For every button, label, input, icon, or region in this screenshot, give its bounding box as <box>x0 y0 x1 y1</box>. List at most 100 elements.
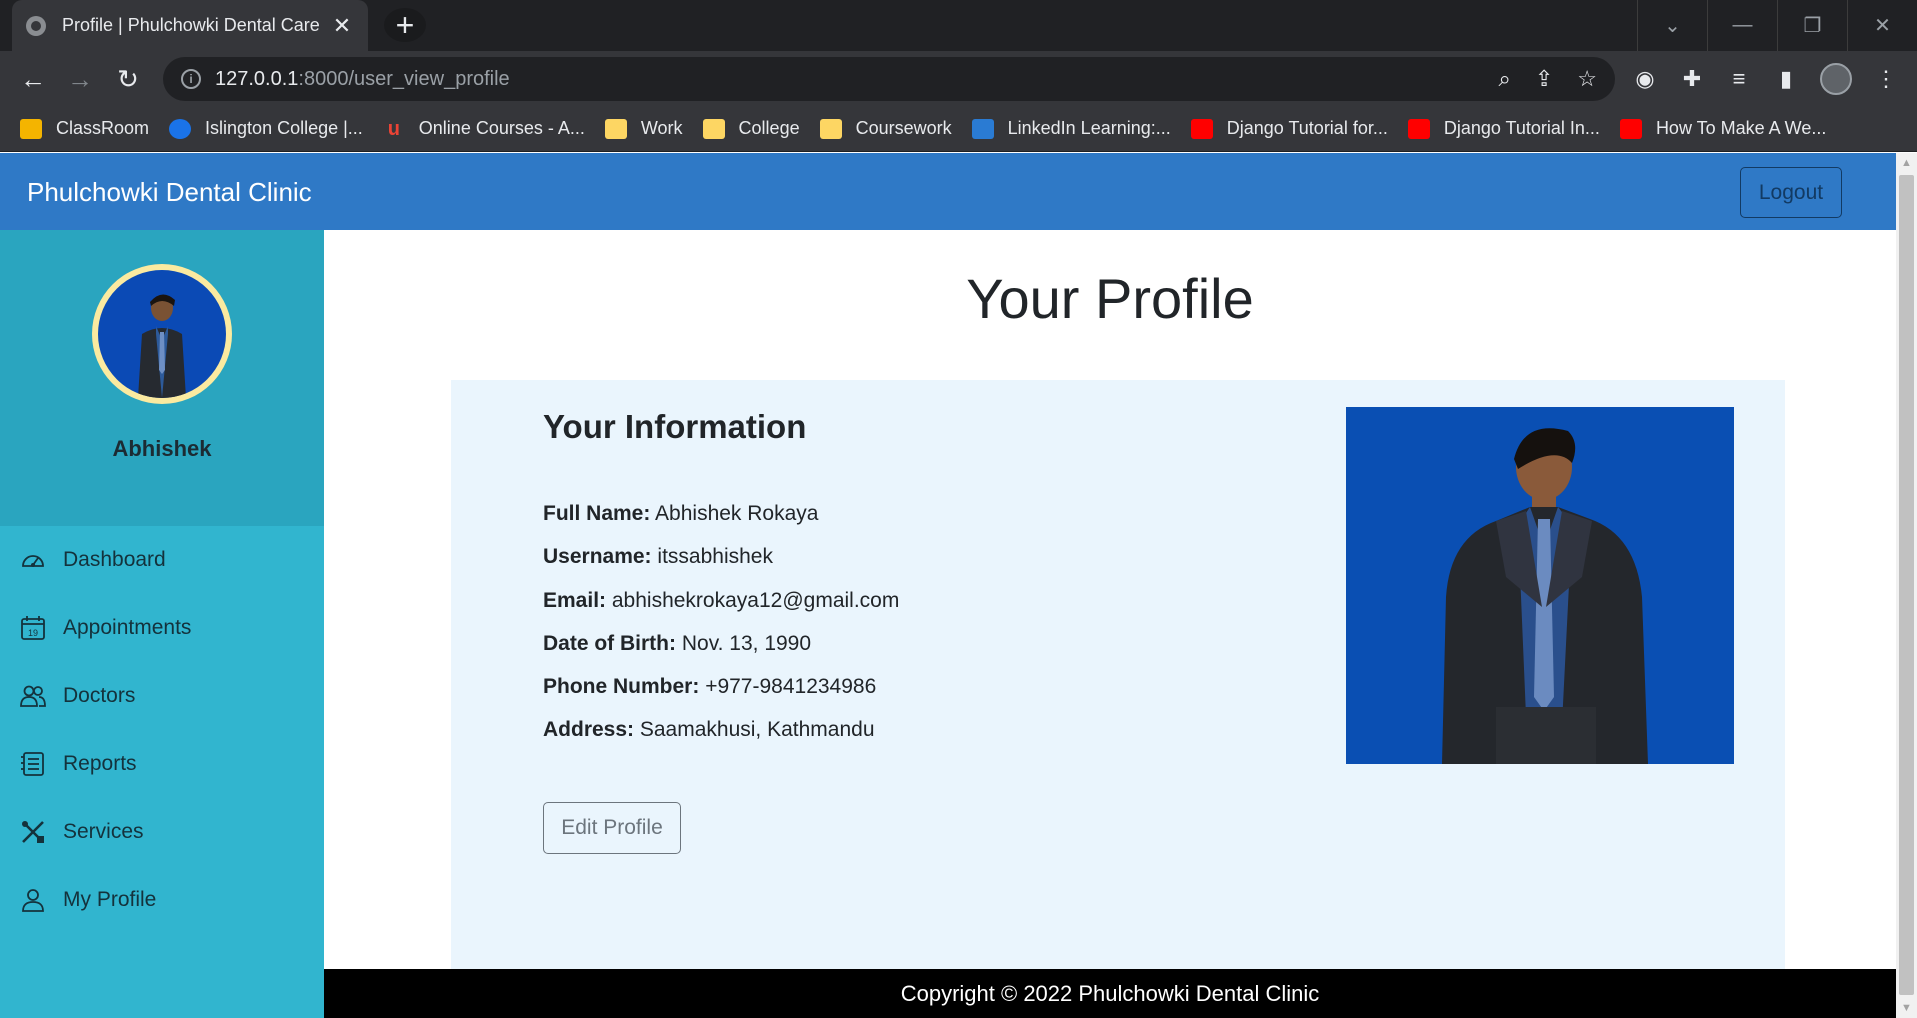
profile-person-image <box>1346 407 1734 764</box>
address-bar[interactable]: i 127.0.0.1:8000/user_view_profile ⌕ ⇪ ☆ <box>163 57 1615 101</box>
sidebar-item-label: Services <box>63 820 144 843</box>
browser-tab[interactable]: Profile | Phulchowki Dental Care ✕ <box>12 0 368 51</box>
sidebar-item-label: Doctors <box>63 684 136 707</box>
sidebar-item-appointments[interactable]: 19 Appointments <box>0 594 324 662</box>
islington-icon <box>169 118 192 139</box>
services-icon <box>20 819 46 845</box>
sidebar: Abhishek Dashboard 19 Appointments Docto… <box>0 230 324 1018</box>
extensions-puzzle-icon[interactable]: ✚ <box>1679 66 1705 92</box>
site-info-icon[interactable]: i <box>181 69 201 89</box>
udemy-icon: u <box>387 117 400 140</box>
url-host: 127.0.0.1 <box>215 67 299 90</box>
browser-menu-icon[interactable]: ⋮ <box>1873 66 1899 92</box>
zoom-icon[interactable]: ⌕ <box>1499 66 1511 92</box>
field-value: Saamakhusi, Kathmandu <box>639 718 875 742</box>
sidebar-item-doctors[interactable]: Doctors <box>0 662 324 730</box>
info-date-of-birth: Date of Birth: Nov. 13, 1990 <box>543 632 899 675</box>
avatar-person-image <box>138 294 186 398</box>
back-icon[interactable]: ← <box>15 61 51 97</box>
dashboard-icon <box>20 547 46 573</box>
forward-icon[interactable]: → <box>62 61 98 97</box>
info-address: Address: Saamakhusi, Kathmandu <box>543 718 899 761</box>
bookmark-islington[interactable]: Islington College |... <box>169 118 363 139</box>
calendar-icon: 19 <box>20 615 46 641</box>
bookmark-work[interactable]: Work <box>604 118 683 139</box>
linkedin-icon <box>971 118 994 139</box>
browser-toolbar: ← → ↻ i 127.0.0.1:8000/user_view_profile… <box>0 51 1917 106</box>
field-label: Address: <box>543 718 635 742</box>
bookmark-college[interactable]: College <box>702 118 800 139</box>
copyright-text: Copyright © 2022 Phulchowki Dental Clini… <box>900 980 1320 1006</box>
url-path: :8000/user_view_profile <box>298 67 510 90</box>
info-email: Email: abhishekrokaya12@gmail.com <box>543 589 899 632</box>
field-label: Full Name: <box>543 502 651 525</box>
browser-profile-avatar[interactable] <box>1820 63 1852 95</box>
sidebar-item-my-profile[interactable]: My Profile <box>0 866 324 934</box>
youtube-icon <box>1407 118 1430 139</box>
scrollbar-thumb[interactable] <box>1899 175 1914 995</box>
bookmark-udemy[interactable]: u Online Courses - A... <box>383 118 585 139</box>
media-control-icon[interactable]: ≡ <box>1726 66 1752 92</box>
side-panel-icon[interactable]: ▮ <box>1773 66 1799 92</box>
calendar-day-number: 19 <box>28 628 38 638</box>
close-tab-icon[interactable]: ✕ <box>330 13 354 39</box>
globe-icon <box>26 15 46 36</box>
page-title: Your Profile <box>966 267 1254 330</box>
field-value: +977-9841234986 <box>705 675 877 699</box>
sidebar-menu: Dashboard 19 Appointments Doctors Report… <box>0 526 324 934</box>
folder-icon <box>702 118 725 139</box>
bookmark-classroom[interactable]: ClassRoom <box>20 118 149 139</box>
classroom-icon <box>20 118 42 139</box>
extension-glasses-icon[interactable]: ◉ <box>1632 66 1658 92</box>
tab-search-icon[interactable]: ⌄ <box>1637 0 1707 51</box>
bookmark-how-to[interactable]: How To Make A We... <box>1619 118 1826 139</box>
sidebar-item-services[interactable]: Services <box>0 798 324 866</box>
new-tab-button[interactable]: + <box>384 8 426 42</box>
user-icon <box>20 887 46 913</box>
page-scrollbar[interactable]: ▲ ▼ <box>1896 153 1917 1018</box>
main-content: Your Profile Your Information Full Name:… <box>324 230 1896 972</box>
card-heading: Your Information <box>543 408 807 445</box>
profile-photo <box>1346 407 1734 764</box>
sidebar-item-label: Dashboard <box>63 548 166 571</box>
field-value: itssabhishek <box>657 545 773 569</box>
sidebar-user-panel: Abhishek <box>0 230 324 526</box>
close-window-icon[interactable]: ✕ <box>1847 0 1917 51</box>
sidebar-user-name: Abhishek <box>112 436 212 461</box>
sidebar-item-label: Reports <box>63 752 137 775</box>
youtube-icon <box>1190 118 1213 139</box>
bookmark-linkedin[interactable]: LinkedIn Learning:... <box>971 118 1171 139</box>
bookmark-django-2[interactable]: Django Tutorial In... <box>1407 118 1600 139</box>
reload-icon[interactable]: ↻ <box>110 61 146 97</box>
sidebar-item-reports[interactable]: Reports <box>0 730 324 798</box>
bookmarks-bar: ClassRoom Islington College |... u Online… <box>0 106 1917 152</box>
footer: Copyright © 2022 Phulchowki Dental Clini… <box>324 969 1896 1018</box>
folder-icon <box>604 118 627 139</box>
reports-icon <box>20 751 46 777</box>
sidebar-item-label: Appointments <box>63 616 192 639</box>
bookmark-coursework[interactable]: Coursework <box>819 118 952 139</box>
restore-icon[interactable]: ❐ <box>1777 0 1847 51</box>
share-icon[interactable]: ⇪ <box>1535 66 1553 92</box>
info-full-name: Full Name: Abhishek Rokaya <box>543 502 899 545</box>
top-navbar: Phulchowki Dental Clinic Logout <box>0 153 1896 230</box>
field-label: Email: <box>543 588 607 612</box>
bookmark-django-1[interactable]: Django Tutorial for... <box>1190 118 1388 139</box>
sidebar-item-label: My Profile <box>63 888 157 911</box>
field-label: Date of Birth: <box>543 631 676 655</box>
scroll-down-icon[interactable]: ▼ <box>1901 1002 1912 1014</box>
field-label: Username: <box>543 545 652 569</box>
browser-tab-strip: Profile | Phulchowki Dental Care ✕ + ⌄ —… <box>0 0 1917 51</box>
edit-profile-button[interactable]: Edit Profile <box>543 802 681 854</box>
bookmark-star-icon[interactable]: ☆ <box>1577 66 1597 92</box>
field-label: Phone Number: <box>543 675 700 699</box>
sidebar-item-dashboard[interactable]: Dashboard <box>0 526 324 594</box>
field-value: Abhishek Rokaya <box>655 502 819 525</box>
brand-link[interactable]: Phulchowki Dental Clinic <box>27 177 312 208</box>
field-value: abhishekrokaya12@gmail.com <box>611 588 900 612</box>
scroll-up-icon[interactable]: ▲ <box>1901 157 1912 169</box>
folder-icon <box>819 118 842 139</box>
logout-button[interactable]: Logout <box>1740 167 1842 218</box>
avatar <box>92 264 232 404</box>
minimize-icon[interactable]: — <box>1707 0 1777 51</box>
